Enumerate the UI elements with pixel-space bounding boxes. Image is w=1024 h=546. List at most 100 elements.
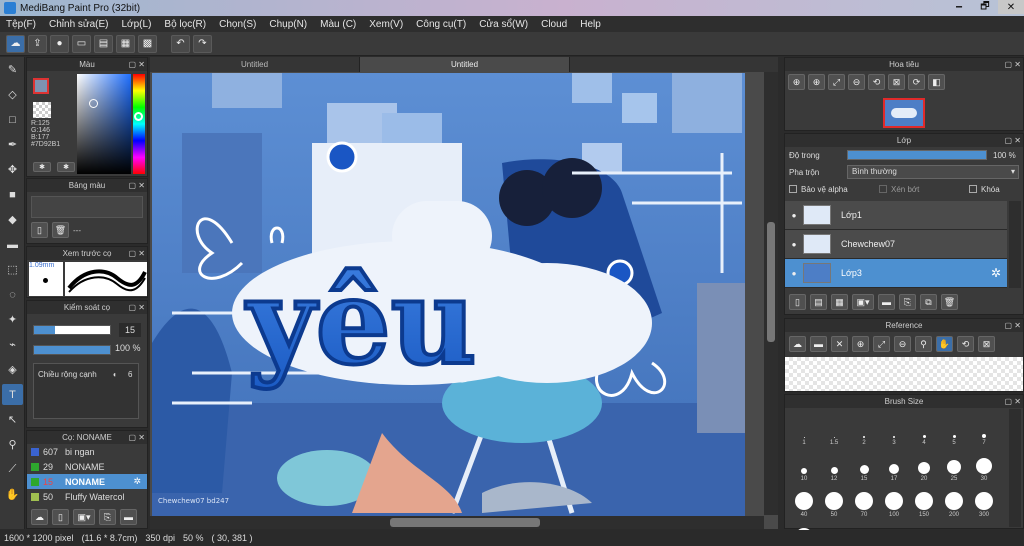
select-eraser-icon[interactable]: ◈ xyxy=(2,359,23,380)
add-layer-dropdown-icon[interactable]: ▣▾ xyxy=(852,294,874,310)
panel-buttons-icon[interactable]: ▢ ✕ xyxy=(129,301,145,314)
brush-size-option[interactable]: 4 xyxy=(909,410,939,446)
menu-layer[interactable]: Lớp(L) xyxy=(122,19,152,30)
new-8bit-layer-icon[interactable]: ▦ xyxy=(831,294,848,310)
comment-icon[interactable]: ▭ xyxy=(72,34,91,53)
close-button[interactable]: ✕ xyxy=(998,0,1024,14)
eyedropper-icon[interactable]: ⚲ xyxy=(915,336,932,352)
artwork-canvas[interactable]: yêu Chewchew07 bd247 xyxy=(152,73,745,516)
panel-buttons-icon[interactable]: ▢ ✕ xyxy=(129,58,145,71)
brush-list-item[interactable]: 607 bi ngan xyxy=(27,444,147,459)
rotate-icon[interactable]: ⟲ xyxy=(957,336,974,352)
duplicate-layer-icon[interactable]: ⎘ xyxy=(899,294,916,310)
brush-size-option[interactable]: 17 xyxy=(879,446,909,482)
brush-size-option[interactable]: 150 xyxy=(909,482,939,518)
delete-layer-icon[interactable]: 🗑 xyxy=(941,294,958,310)
divide-icon[interactable]: ⟋ xyxy=(2,459,23,480)
move-icon[interactable]: ✥ xyxy=(2,159,23,180)
chat-icon[interactable]: ● xyxy=(50,34,69,53)
hue-slider[interactable] xyxy=(133,74,145,174)
brush-size-option[interactable]: 30 xyxy=(969,446,999,482)
panel-buttons-icon[interactable]: ▢ ✕ xyxy=(129,247,145,260)
brush-size-option[interactable]: 1.5 xyxy=(819,410,849,446)
new-layer-icon[interactable]: ▯ xyxy=(789,294,806,310)
layer-list-scrollbar[interactable] xyxy=(1009,201,1021,288)
select-pen-icon[interactable]: ⌁ xyxy=(2,334,23,355)
eye-icon[interactable]: ● xyxy=(785,240,803,249)
brush-size-option[interactable]: 12 xyxy=(819,446,849,482)
clipping-checkbox[interactable] xyxy=(879,185,887,193)
new-palette-icon[interactable]: ▯ xyxy=(31,222,48,238)
gradient-icon[interactable]: ▬ xyxy=(2,234,23,255)
brush-size-option[interactable]: 300 xyxy=(969,482,999,518)
lock-checkbox[interactable] xyxy=(969,185,977,193)
brush-size-option[interactable]: 200 xyxy=(939,482,969,518)
tab-untitled-1[interactable]: Untitled xyxy=(150,57,360,72)
pen-icon[interactable]: ✒ xyxy=(2,134,23,155)
panel-buttons-icon[interactable]: ▢ ✕ xyxy=(129,179,145,192)
brush-size-option[interactable]: 2 xyxy=(849,410,879,446)
layer-folder-icon[interactable]: ▬ xyxy=(878,294,895,310)
brush-icon[interactable]: ✎ xyxy=(2,59,23,80)
rotate-right-icon[interactable]: ⟳ xyxy=(908,74,925,90)
brush-opacity-slider[interactable] xyxy=(33,345,111,355)
panel-buttons-icon[interactable]: ▢ ✕ xyxy=(1005,134,1021,147)
brush-list-item[interactable]: 29 NONAME xyxy=(27,459,147,474)
bucket-icon[interactable]: ◆ xyxy=(2,209,23,230)
zoom-in-icon[interactable]: ⊕ xyxy=(788,74,805,90)
brush-settings-gear-icon[interactable]: ✲ xyxy=(133,476,141,487)
reference-view[interactable] xyxy=(785,357,1023,391)
tiles-icon[interactable]: ▩ xyxy=(138,34,157,53)
zoom-out-icon[interactable]: ⊖ xyxy=(848,74,865,90)
eyedropper-icon[interactable]: ⚲ xyxy=(2,434,23,455)
brush-size-option[interactable]: 50 xyxy=(819,482,849,518)
add-brush-dropdown-icon[interactable]: ▣▾ xyxy=(73,509,95,525)
menu-filter[interactable]: Bộ lọc(R) xyxy=(164,19,206,30)
menu-edit[interactable]: Chỉnh sửa(E) xyxy=(49,19,109,30)
protect-alpha-checkbox[interactable] xyxy=(789,185,797,193)
select-rect-icon[interactable]: ⬚ xyxy=(2,259,23,280)
undo-icon[interactable]: ↶ xyxy=(171,34,190,53)
menu-color[interactable]: Màu (C) xyxy=(320,19,356,30)
flip-icon[interactable]: ◧ xyxy=(928,74,945,90)
color-swap-icon[interactable]: ✱ xyxy=(33,162,51,172)
rotate-left-icon[interactable]: ⟲ xyxy=(868,74,885,90)
maximize-button[interactable]: 🗗 xyxy=(972,0,998,14)
brush-size-option[interactable]: 7 xyxy=(969,410,999,446)
page-icon[interactable]: ▤ xyxy=(94,34,113,53)
transparent-swatch[interactable] xyxy=(33,102,51,118)
redo-icon[interactable]: ↷ xyxy=(193,34,212,53)
operation-icon[interactable]: ↖ xyxy=(2,409,23,430)
eraser-icon[interactable]: ◇ xyxy=(2,84,23,105)
zoom-in-alt-icon[interactable]: ⊕ xyxy=(808,74,825,90)
magic-wand-icon[interactable]: ✦ xyxy=(2,309,23,330)
fit-icon[interactable]: ⤢ xyxy=(873,336,890,352)
brush-size-option[interactable]: 40 xyxy=(789,482,819,518)
delete-palette-icon[interactable]: 🗑 xyxy=(52,222,69,238)
blend-mode-select[interactable]: Bình thường ▾ xyxy=(847,165,1019,179)
navigator-thumbnail[interactable] xyxy=(883,98,925,128)
frame-icon[interactable]: ⊠ xyxy=(978,336,995,352)
saturation-value-picker[interactable] xyxy=(77,74,131,174)
brush-list-item[interactable]: 50 Fluffy Watercol xyxy=(27,489,147,504)
brush-size-option[interactable]: 10 xyxy=(789,446,819,482)
brush-size-option[interactable]: 20 xyxy=(909,446,939,482)
merge-layer-icon[interactable]: ⧉ xyxy=(920,294,937,310)
brush-size-option[interactable]: 3 xyxy=(879,410,909,446)
panel-buttons-icon[interactable]: ▢ ✕ xyxy=(129,431,145,444)
brush-folder-icon[interactable]: ▬ xyxy=(120,509,137,525)
brush-size-option[interactable]: 5 xyxy=(939,410,969,446)
panel-buttons-icon[interactable]: ▢ ✕ xyxy=(1005,395,1021,408)
cloud-reference-icon[interactable]: ☁ xyxy=(789,336,806,352)
tab-untitled-2[interactable]: Untitled xyxy=(360,57,570,72)
zoom-in-icon[interactable]: ⊕ xyxy=(852,336,869,352)
menu-view[interactable]: Xem(V) xyxy=(369,19,403,30)
text-icon[interactable]: T xyxy=(2,384,23,405)
lasso-icon[interactable]: ◌ xyxy=(2,284,23,305)
copy-brush-icon[interactable]: ⎘ xyxy=(99,509,116,525)
brush-size-value[interactable]: 15 xyxy=(119,323,141,337)
brush-list-item-selected[interactable]: 15 NONAME ✲ xyxy=(27,474,147,489)
eye-icon[interactable]: ● xyxy=(785,211,803,220)
brush-size-option[interactable]: 100 xyxy=(879,482,909,518)
brush-size-option[interactable]: 25 xyxy=(939,446,969,482)
